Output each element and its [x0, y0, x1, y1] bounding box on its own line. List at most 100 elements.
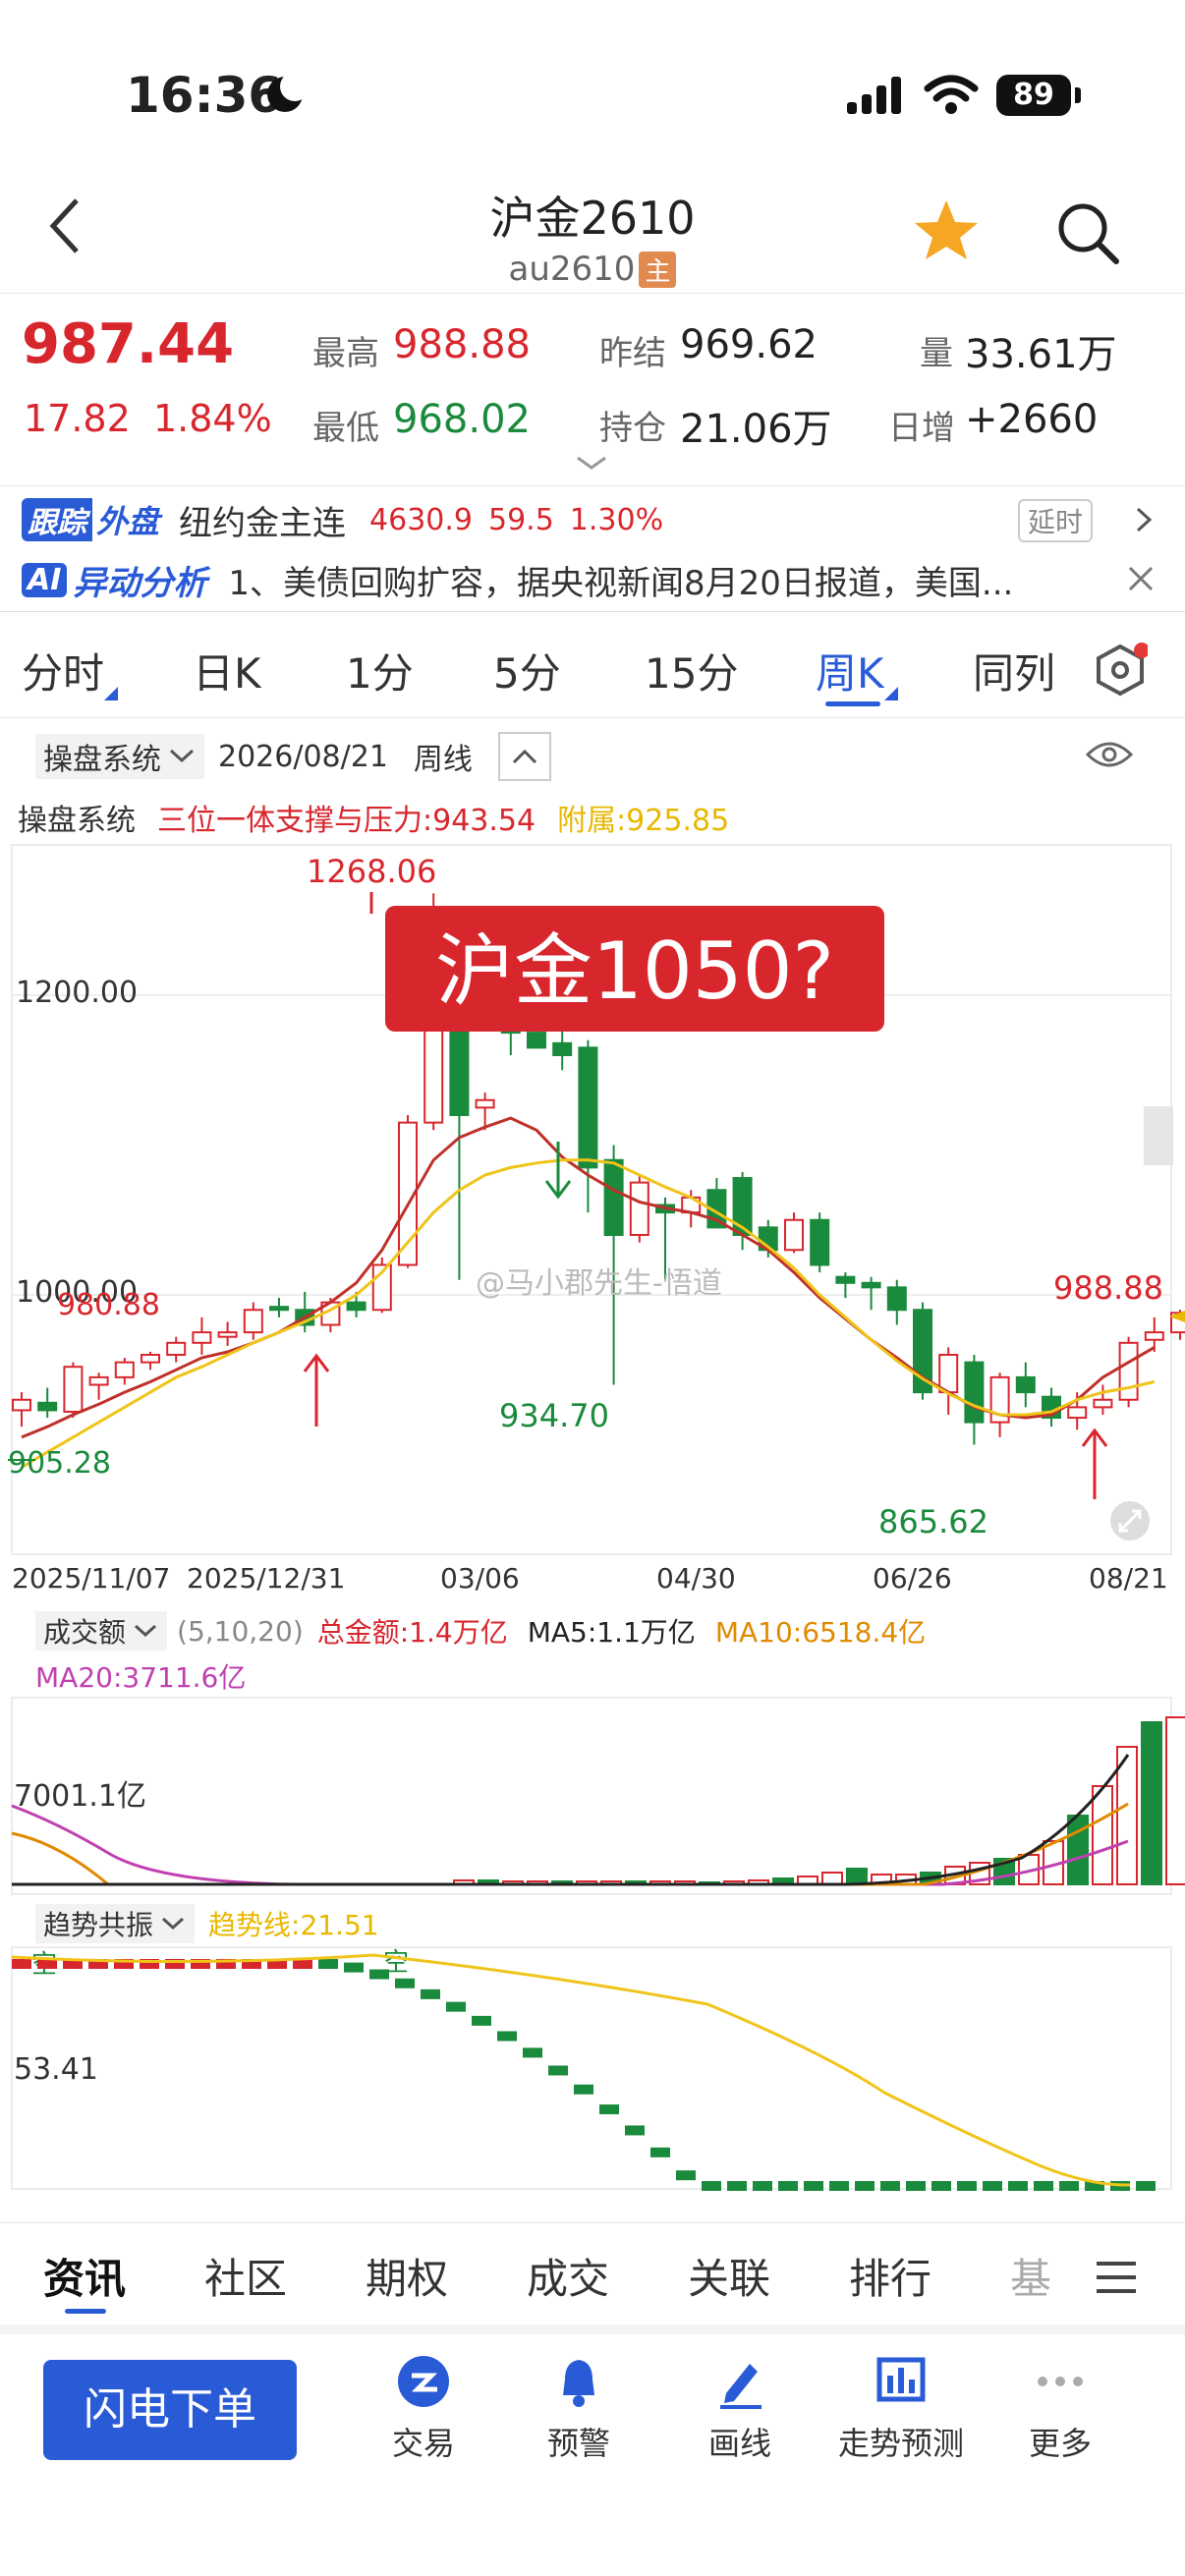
- settle-label: 昨结: [599, 334, 666, 373]
- forecast-action[interactable]: 走势预测: [827, 2354, 975, 2464]
- x-label: 06/26: [873, 1562, 952, 1595]
- volume-bar: [846, 1868, 868, 1885]
- trend-bar: [804, 2181, 823, 2191]
- tab-news[interactable]: 资讯: [43, 2246, 126, 2306]
- trend-scale: 53.41: [14, 2052, 98, 2087]
- x-axis: 2025/11/07 2025/12/31 03/06 04/30 06/26 …: [0, 1562, 1185, 1601]
- chevron-down-icon: [162, 1917, 185, 1931]
- chevron-down-icon: [135, 1624, 157, 1638]
- trend-dropdown[interactable]: 趋势共振: [35, 1904, 196, 1943]
- trend-bar: [957, 2181, 977, 2191]
- tab-1min[interactable]: 1分: [346, 641, 414, 700]
- x-label: 03/06: [440, 1562, 520, 1595]
- collapse-button[interactable]: [497, 732, 551, 781]
- candle-body: [629, 1181, 649, 1236]
- side-handle[interactable]: [1144, 1106, 1173, 1165]
- anno-905: 905.28: [8, 1446, 111, 1481]
- candle-body: [1144, 1331, 1164, 1341]
- overlay-title: 沪金1050?: [435, 925, 834, 1017]
- ai-badge: AI: [22, 562, 68, 597]
- candle-body: [192, 1331, 212, 1344]
- up-arrow-icon: [303, 1353, 330, 1427]
- tab-15min[interactable]: 15分: [645, 641, 738, 700]
- ai-title: 异动分析: [73, 563, 207, 603]
- candle-body: [1118, 1341, 1139, 1401]
- battery-level: 89: [1013, 78, 1054, 112]
- trend-bar: [472, 2015, 491, 2026]
- trend-bar: [1059, 2181, 1079, 2191]
- daily-inc-value: +2660: [965, 397, 1099, 442]
- trend-bar: [906, 2181, 926, 2191]
- tab-options[interactable]: 期权: [366, 2246, 448, 2306]
- trend-bar: [931, 2181, 951, 2191]
- system-dropdown[interactable]: 操盘系统: [35, 734, 204, 779]
- candle-body: [1093, 1398, 1113, 1409]
- more-action[interactable]: 更多: [1006, 2354, 1114, 2464]
- trade-action[interactable]: 交易: [369, 2354, 478, 2464]
- settings-hexagon-icon[interactable]: [1093, 643, 1150, 701]
- more-label: 更多: [1028, 2425, 1092, 2462]
- low-value: 968.02: [393, 397, 531, 442]
- volume-dropdown[interactable]: 成交额: [35, 1611, 168, 1651]
- volume-ma20: MA20:3711.6亿: [35, 1661, 247, 1694]
- ai-analysis-row[interactable]: AI 异动分析 1、美债回购扩容，据央视新闻8月20日报道，美国...: [22, 556, 1013, 603]
- indicator-line: 操盘系统 三位一体支撑与压力:943.54 附属:925.85: [18, 796, 729, 839]
- expand-chevron-icon[interactable]: [574, 454, 609, 477]
- tab-related[interactable]: 关联: [688, 2246, 770, 2306]
- tab-fenshi[interactable]: 分时: [22, 641, 119, 700]
- anno-934: 934.70: [499, 1397, 609, 1434]
- tab-fundamental[interactable]: 基: [1010, 2246, 1051, 2306]
- signal-icon: [847, 77, 906, 120]
- tab-5min[interactable]: 5分: [493, 641, 561, 700]
- candle-body: [37, 1401, 58, 1412]
- high-label: 最高: [312, 334, 379, 373]
- tab-trades[interactable]: 成交: [527, 2246, 609, 2306]
- trend-bar: [446, 2001, 466, 2012]
- alert-action[interactable]: 预警: [525, 2354, 633, 2464]
- foreign-ticker-row[interactable]: 跟踪 外盘 纽约金主连 4630.9 59.5 1.30%: [22, 497, 663, 543]
- candle-body: [88, 1375, 109, 1386]
- trend-bar: [523, 2047, 542, 2058]
- menu-icon[interactable]: [1097, 2260, 1136, 2299]
- ticker-change: 59.5: [488, 502, 554, 537]
- chart-period: 周线: [413, 743, 473, 777]
- oi-value: 21.06万: [680, 407, 832, 452]
- close-icon[interactable]: [1126, 564, 1156, 597]
- tab-compare[interactable]: 同列: [973, 641, 1055, 700]
- trend-bar: [676, 2170, 696, 2181]
- trend-bar: [395, 1978, 415, 1988]
- trend-bar: [421, 1988, 440, 1999]
- lightning-order-button[interactable]: 闪电下单: [43, 2360, 297, 2460]
- tab-community[interactable]: 社区: [204, 2246, 287, 2306]
- bell-icon: [563, 2360, 594, 2407]
- volume-header: 成交额 (5,10,20) 总金额:1.4万亿 MA5:1.1万亿 MA10:6…: [35, 1609, 926, 1652]
- volume-scale: 7001.1亿: [14, 1779, 146, 1814]
- tab-ranking[interactable]: 排行: [849, 2246, 931, 2306]
- candle-body: [964, 1361, 985, 1424]
- candle-body: [166, 1341, 187, 1356]
- trend-bar: [855, 2181, 875, 2191]
- track-badge: 跟踪: [22, 498, 92, 541]
- ticker-name: 纽约金主连: [179, 503, 347, 543]
- eye-icon[interactable]: [1085, 737, 1134, 776]
- favorite-star-icon[interactable]: [912, 196, 981, 269]
- fullscreen-icon[interactable]: [1110, 1501, 1150, 1540]
- search-icon[interactable]: [1053, 198, 1122, 271]
- tab-daily[interactable]: 日K: [193, 641, 261, 700]
- trend-bar: [1136, 2181, 1156, 2191]
- trend-bar: [880, 2181, 900, 2191]
- trend-bar: [1008, 2181, 1028, 2191]
- wifi-icon: [924, 75, 979, 120]
- candle-body: [886, 1286, 907, 1312]
- volume-label: 成交额: [43, 1616, 127, 1649]
- moon-icon: [263, 72, 310, 120]
- draw-action[interactable]: 画线: [686, 2354, 794, 2464]
- candle-body: [243, 1309, 263, 1334]
- chevron-right-icon[interactable]: [1132, 503, 1156, 540]
- vol-ma5-line: [12, 1754, 1130, 1886]
- main-badge: 主: [639, 251, 677, 288]
- tab-weekly[interactable]: 周K: [816, 641, 898, 700]
- x-label: 08/21: [1089, 1562, 1168, 1595]
- trend-bar: [1034, 2181, 1053, 2191]
- kline-chart[interactable]: 1200.00 1000.00 1268.06 980.88 905.28 93…: [0, 841, 1185, 1568]
